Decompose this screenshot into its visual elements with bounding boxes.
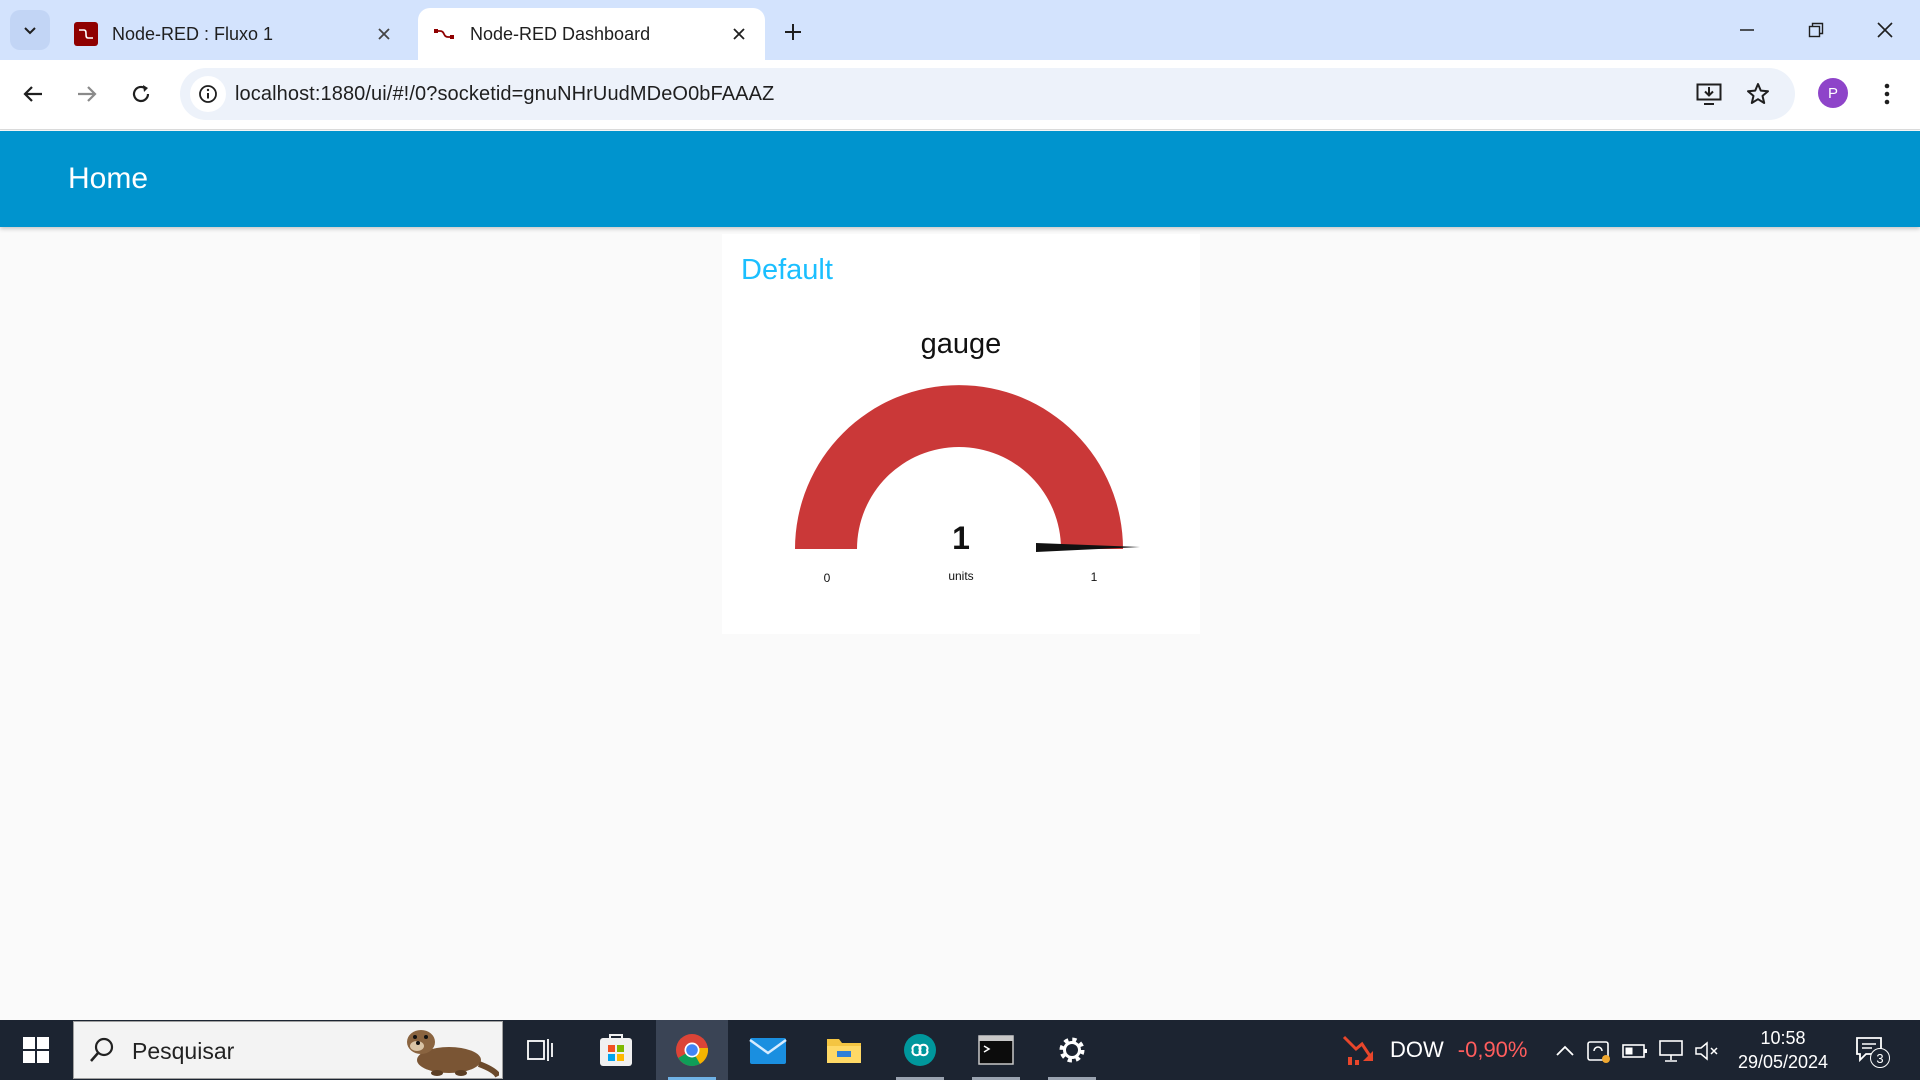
stock-down-icon [1342, 1035, 1374, 1065]
reload-icon [132, 85, 150, 103]
restore-button[interactable] [1793, 8, 1839, 52]
taskbar-chrome[interactable] [656, 1020, 728, 1080]
chevron-up-icon [1556, 1045, 1574, 1056]
taskbar-clock[interactable]: 10:58 29/05/2024 [1724, 1026, 1842, 1074]
star-icon [1747, 83, 1769, 104]
tray-sync-button[interactable] [1586, 1038, 1612, 1064]
install-app-button[interactable] [1693, 78, 1725, 110]
taskbar-arduino[interactable] [884, 1020, 956, 1080]
terminal-icon [978, 1035, 1014, 1065]
gauge-max-label: 1 [1091, 570, 1098, 584]
arrow-left-icon [23, 86, 42, 102]
mail-icon [749, 1038, 787, 1064]
taskbar: Pesquisar DOW -0,90% 10:58 29/05/2024 3 [0, 1020, 1920, 1080]
site-info-button[interactable] [190, 76, 226, 112]
show-hidden-icons-button[interactable] [1552, 1038, 1578, 1064]
tray-volume-button[interactable] [1694, 1038, 1720, 1064]
battery-icon [1622, 1044, 1647, 1058]
microsoft-store-icon [600, 1034, 632, 1066]
minimize-button[interactable] [1724, 8, 1770, 52]
address-bar[interactable]: localhost:1880/ui/#!/0?socketid=gnuNHrUu… [180, 68, 1795, 120]
tray-network-button[interactable] [1658, 1038, 1684, 1064]
task-view-icon [527, 1039, 553, 1061]
node-red-favicon-icon [74, 22, 98, 46]
chevron-down-icon [24, 27, 36, 35]
info-icon [199, 85, 217, 103]
tab-node-red-dashboard[interactable]: Node-RED Dashboard [418, 8, 765, 60]
taskbar-microsoft-store[interactable] [580, 1020, 652, 1080]
plus-icon [785, 24, 801, 40]
url-text[interactable]: localhost:1880/ui/#!/0?socketid=gnuNHrUu… [235, 68, 774, 120]
taskbar-search[interactable]: Pesquisar [73, 1021, 503, 1079]
more-vertical-icon [1884, 83, 1890, 105]
minimize-icon [1740, 29, 1754, 31]
gauge-min-label: 0 [824, 571, 831, 585]
bookmark-button[interactable] [1742, 78, 1774, 110]
install-app-icon [1696, 83, 1722, 105]
close-tab-icon[interactable] [372, 22, 396, 46]
clock-date: 29/05/2024 [1737, 1052, 1829, 1072]
tab-title: Node-RED Dashboard [470, 23, 651, 44]
taskbar-mail[interactable] [732, 1020, 804, 1080]
windows-logo-icon [23, 1037, 49, 1063]
close-icon [1877, 22, 1893, 38]
dashboard-group-card: Default gauge 1 units 0 1 [722, 234, 1200, 634]
arduino-icon [904, 1034, 936, 1066]
taskbar-task-view[interactable] [504, 1020, 576, 1080]
folder-icon [827, 1039, 861, 1063]
clock-time: 10:58 [1760, 1028, 1806, 1048]
tab-search-button[interactable] [10, 10, 50, 50]
taskbar-settings[interactable] [1036, 1020, 1108, 1080]
gauge-widget: 1 units 0 1 [795, 385, 1140, 585]
profile-avatar[interactable]: P [1818, 78, 1848, 108]
notification-count-badge: 3 [1870, 1048, 1890, 1068]
search-icon [90, 1037, 114, 1062]
close-tab-icon[interactable] [727, 22, 751, 46]
gauge-units: units [948, 569, 973, 583]
close-window-button[interactable] [1862, 8, 1908, 52]
browser-menu-button[interactable] [1872, 76, 1902, 112]
group-title: Default [741, 254, 833, 286]
browser-tab-bar: Node-RED : Fluxo 1 Node-RED Dashboard [0, 0, 1920, 60]
taskbar-terminal[interactable] [960, 1020, 1032, 1080]
reload-button[interactable] [121, 74, 161, 114]
tab-title: Node-RED : Fluxo 1 [112, 23, 274, 44]
new-tab-button[interactable] [775, 14, 811, 50]
volume-muted-icon [1695, 1041, 1718, 1061]
gear-icon [1059, 1037, 1085, 1063]
tab-node-red-flow[interactable]: Node-RED : Fluxo 1 [60, 8, 410, 60]
restore-icon [1808, 22, 1824, 38]
sync-icon [1587, 1041, 1610, 1063]
stock-name: DOW [1390, 1037, 1444, 1062]
otter-illustration-icon [407, 1030, 499, 1078]
chrome-icon [676, 1034, 709, 1067]
gauge-title: gauge [920, 328, 1002, 360]
tray-battery-button[interactable] [1622, 1038, 1648, 1064]
start-button[interactable] [0, 1020, 72, 1080]
arrow-right-icon [78, 86, 97, 102]
node-red-favicon-icon [432, 22, 456, 46]
stock-change: -0,90% [1457, 1037, 1528, 1062]
dashboard-header: Home [0, 131, 1920, 227]
page-title: Home [68, 162, 149, 195]
forward-button[interactable] [67, 74, 107, 114]
search-placeholder: Pesquisar [132, 1038, 235, 1064]
gauge-value: 1 [952, 520, 970, 556]
back-button[interactable] [13, 74, 53, 114]
browser-toolbar: localhost:1880/ui/#!/0?socketid=gnuNHrUu… [0, 60, 1920, 130]
stock-widget[interactable]: DOW -0,90% [1342, 1020, 1527, 1080]
network-icon [1659, 1040, 1683, 1062]
notification-center-button[interactable]: 3 [1854, 1034, 1890, 1068]
taskbar-file-explorer[interactable] [808, 1020, 880, 1080]
